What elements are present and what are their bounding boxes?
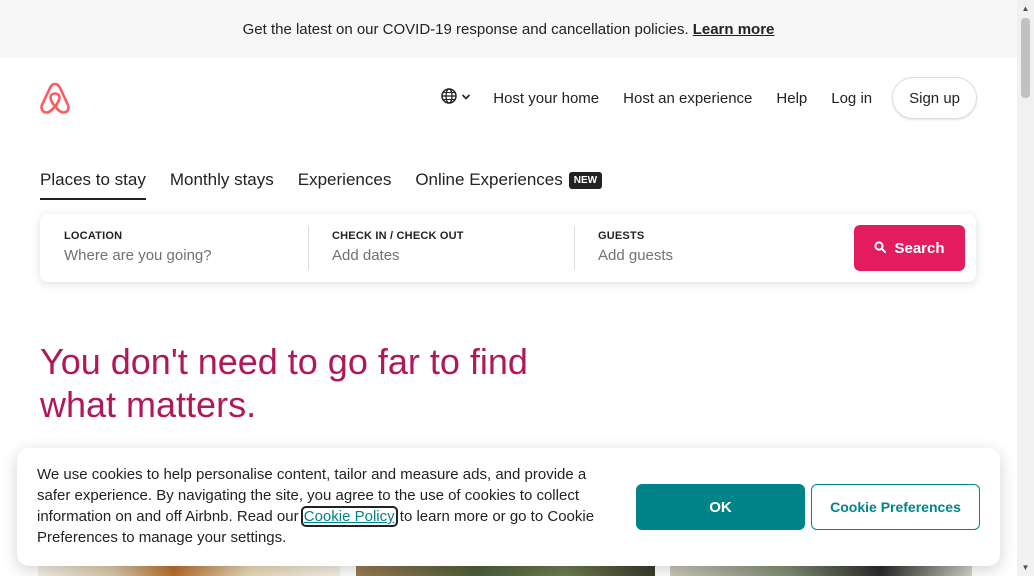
scroll-up-icon[interactable]: ▲	[1017, 0, 1034, 17]
search-button-label: Search	[894, 239, 945, 257]
dates-input[interactable]: Add dates	[332, 247, 572, 264]
tab-label: Online Experiences	[415, 170, 563, 189]
globe-icon	[441, 87, 457, 109]
banner-message: Get the latest on our COVID-19 response …	[242, 20, 689, 38]
hero-headline: You don't need to go far to find what ma…	[40, 341, 528, 425]
help-link[interactable]: Help	[776, 90, 807, 107]
location-label: LOCATION	[64, 230, 123, 242]
dates-label: CHECK IN / CHECK OUT	[332, 230, 464, 242]
cookie-preferences-button[interactable]: Cookie Preferences	[811, 484, 980, 530]
login-link[interactable]: Log in	[831, 90, 872, 107]
tab-label: Places to stay	[40, 170, 146, 189]
header: Host your home Host an experience Help L…	[0, 58, 1017, 138]
scroll-down-icon[interactable]: ▼	[1017, 559, 1034, 576]
new-badge: NEW	[568, 172, 603, 189]
tab-experiences[interactable]: Experiences	[298, 170, 392, 198]
cookie-text: We use cookies to help personalise conte…	[37, 464, 597, 548]
divider	[574, 226, 575, 270]
chevron-down-icon	[461, 89, 471, 107]
top-nav: Host your home Host an experience Help L…	[441, 77, 977, 119]
tab-label: Monthly stays	[169, 170, 274, 189]
tab-monthly-stays[interactable]: Monthly stays	[170, 170, 274, 198]
covid-banner: Get the latest on our COVID-19 response …	[0, 0, 1017, 58]
location-input[interactable]: Where are you going?	[64, 247, 304, 264]
tab-label: Experiences	[297, 170, 392, 189]
cookie-ok-button[interactable]: OK	[636, 484, 805, 530]
cookie-banner: We use cookies to help personalise conte…	[17, 448, 1000, 566]
dates-field[interactable]: CHECK IN / CHECK OUT Add dates	[332, 214, 572, 282]
location-field[interactable]: LOCATION Where are you going?	[64, 214, 304, 282]
guests-input[interactable]: Add guests	[598, 247, 838, 264]
host-home-link[interactable]: Host your home	[493, 90, 599, 107]
divider	[308, 226, 309, 270]
airbnb-logo-icon[interactable]	[38, 80, 72, 116]
tab-places-to-stay[interactable]: Places to stay	[40, 170, 146, 200]
tab-online-experiences[interactable]: Online Experiences NEW	[415, 170, 603, 198]
cookie-policy-link[interactable]: Cookie Policy	[300, 506, 398, 527]
search-button[interactable]: Search	[854, 225, 965, 271]
signup-button[interactable]: Sign up	[892, 77, 977, 119]
learn-more-link[interactable]: Learn more	[693, 21, 775, 38]
language-selector[interactable]	[441, 87, 471, 109]
scrollbar-thumb[interactable]	[1021, 18, 1030, 98]
host-experience-link[interactable]: Host an experience	[623, 90, 752, 107]
scrollbar[interactable]: ▲ ▼	[1017, 0, 1034, 576]
search-tabs: Places to stay Monthly stays Experiences…	[40, 170, 626, 200]
search-icon	[874, 240, 894, 257]
search-bar: LOCATION Where are you going? CHECK IN /…	[40, 214, 976, 282]
guests-label: GUESTS	[598, 230, 645, 242]
guests-field[interactable]: GUESTS Add guests	[598, 214, 838, 282]
